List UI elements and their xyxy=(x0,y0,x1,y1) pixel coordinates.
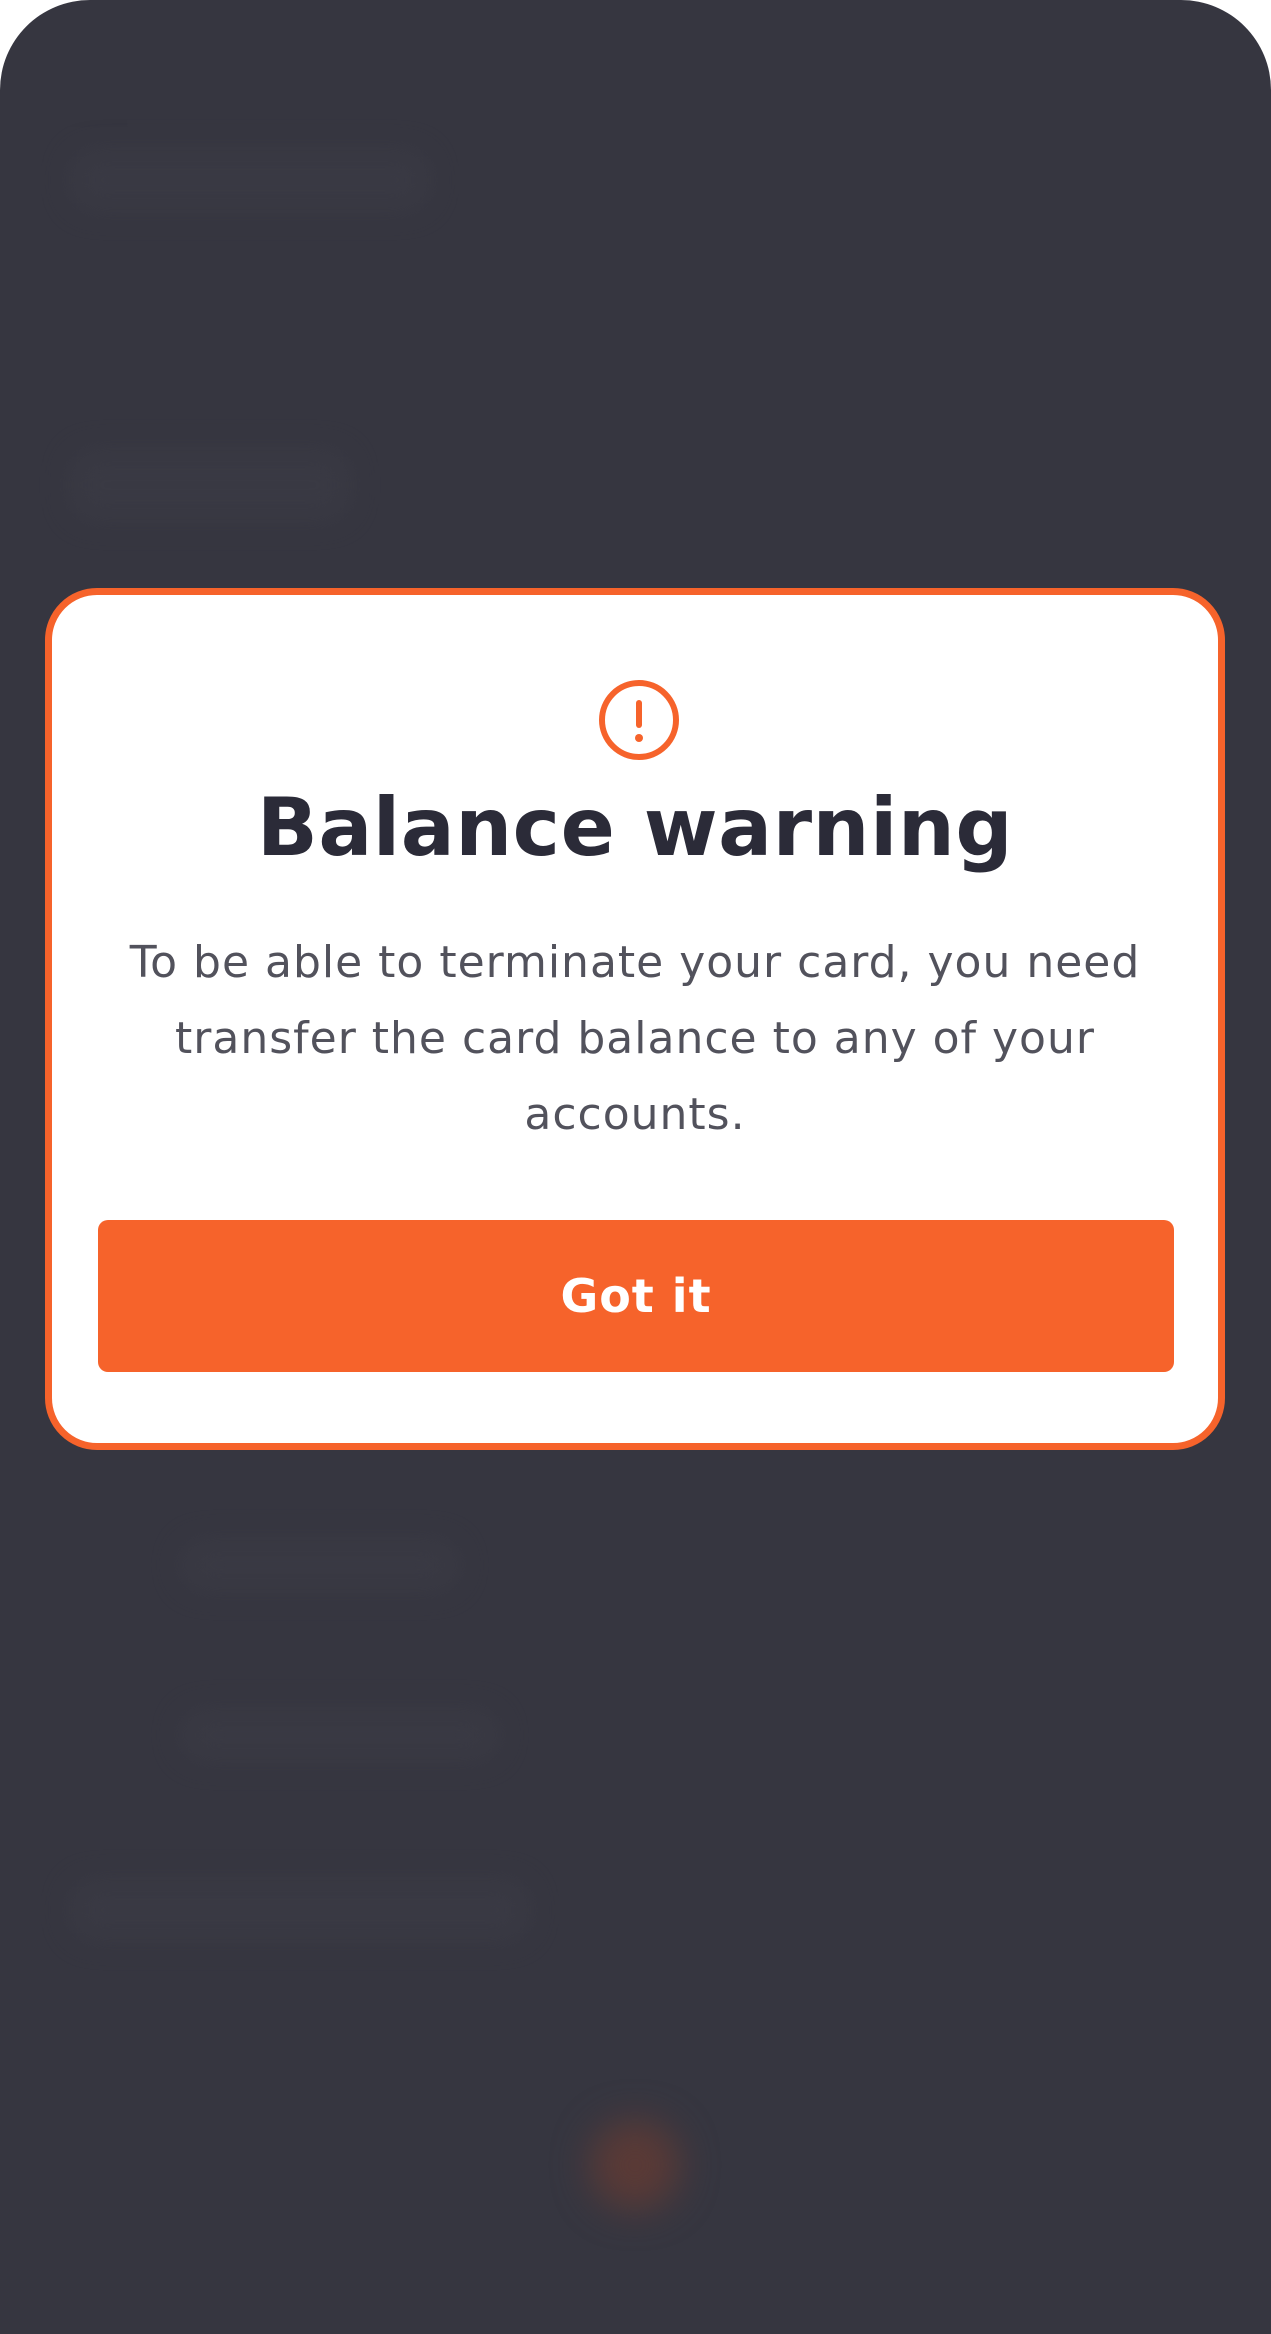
warning-icon xyxy=(599,680,679,760)
background-blur xyxy=(70,450,350,520)
balance-warning-dialog: Balance warning To be able to terminate … xyxy=(45,588,1225,1450)
background-blur xyxy=(70,1880,530,1940)
background-blur xyxy=(590,2120,680,2210)
background-blur xyxy=(180,1540,460,1590)
background-blur xyxy=(70,150,430,210)
got-it-button[interactable]: Got it xyxy=(98,1220,1174,1372)
screen-overlay: Balance warning To be able to terminate … xyxy=(0,0,1271,2334)
dialog-title: Balance warning xyxy=(256,781,1014,874)
dialog-message: To be able to terminate your card, you n… xyxy=(129,937,1141,1140)
background-blur xyxy=(180,1710,500,1760)
